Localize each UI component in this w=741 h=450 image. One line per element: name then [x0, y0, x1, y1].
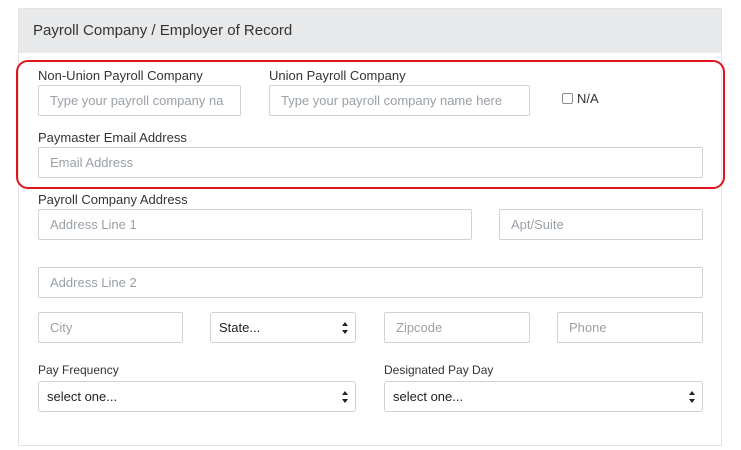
paymaster-email-input[interactable]: Email Address — [38, 147, 703, 178]
payroll-address-label: Payroll Company Address — [38, 192, 188, 207]
address-line-1-input[interactable]: Address Line 1 — [38, 209, 472, 240]
paymaster-email-label: Paymaster Email Address — [38, 130, 187, 145]
up-down-chevron-icon — [342, 322, 348, 334]
non-union-payroll-input[interactable]: Type your payroll company na — [38, 85, 241, 116]
na-checkbox[interactable] — [562, 93, 573, 104]
pay-day-select[interactable]: select one... — [384, 381, 703, 412]
city-input[interactable]: City — [38, 312, 183, 343]
union-payroll-label: Union Payroll Company — [269, 68, 406, 83]
phone-input[interactable]: Phone — [557, 312, 703, 343]
pay-frequency-value: select one... — [47, 389, 118, 404]
pay-day-value: select one... — [393, 389, 464, 404]
state-select[interactable]: State... — [210, 312, 356, 343]
zipcode-input[interactable]: Zipcode — [384, 312, 530, 343]
union-payroll-input[interactable]: Type your payroll company name here — [269, 85, 530, 116]
up-down-chevron-icon — [342, 391, 348, 403]
pay-frequency-label: Pay Frequency — [38, 363, 119, 377]
apt-suite-input[interactable]: Apt/Suite — [499, 209, 703, 240]
state-select-value: State... — [219, 320, 261, 335]
panel-title: Payroll Company / Employer of Record — [19, 9, 721, 53]
address-line-2-input[interactable]: Address Line 2 — [38, 267, 703, 298]
up-down-chevron-icon — [689, 391, 695, 403]
pay-frequency-select[interactable]: select one... — [38, 381, 356, 412]
pay-day-label: Designated Pay Day — [384, 363, 494, 377]
non-union-payroll-label: Non-Union Payroll Company — [38, 68, 203, 83]
na-label: N/A — [577, 91, 599, 106]
